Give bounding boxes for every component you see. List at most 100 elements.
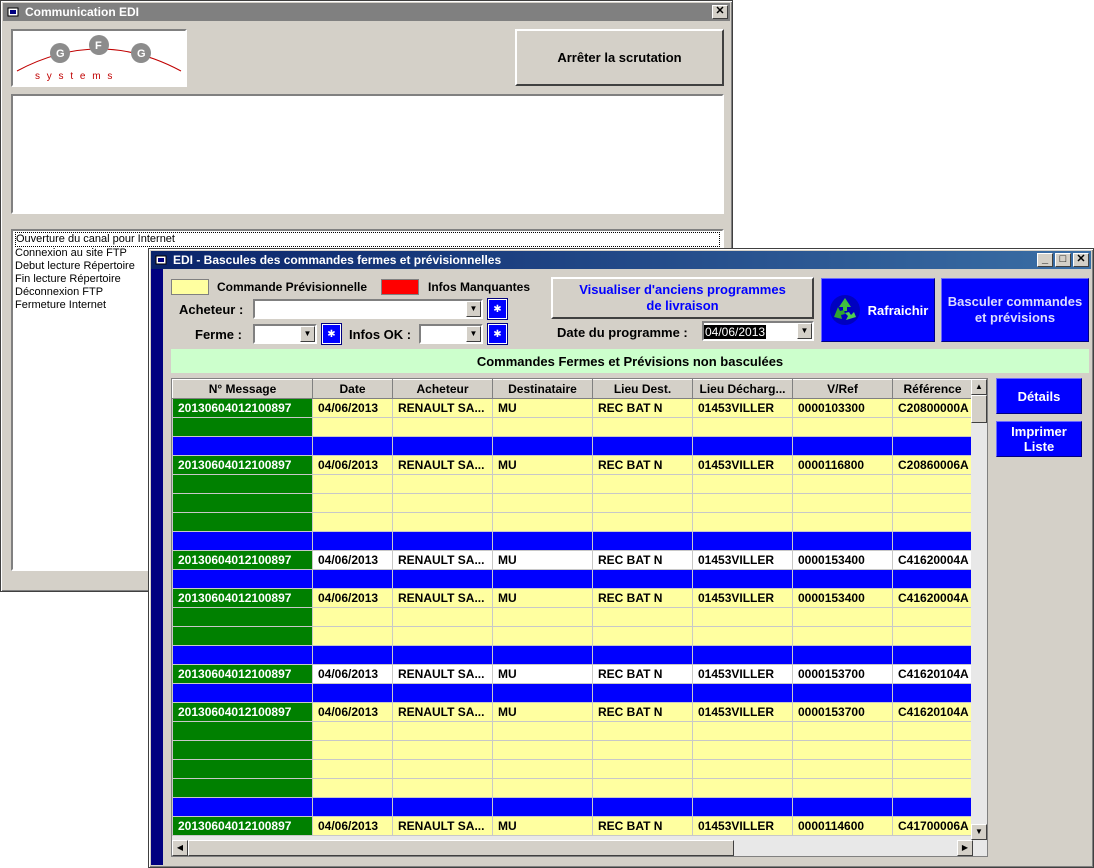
table-cell: 0000153400 (792, 588, 893, 608)
table-row[interactable] (172, 626, 973, 646)
table-cell: C20860006A (892, 455, 973, 475)
col-header[interactable]: Référence (892, 379, 973, 399)
table-row[interactable] (172, 607, 973, 627)
scroll-hthumb[interactable] (188, 840, 734, 856)
view-old-programs-button[interactable]: Visualiser d'anciens programmes de livra… (551, 277, 814, 319)
col-header[interactable]: Date (312, 379, 393, 399)
separator-row[interactable] (172, 436, 973, 456)
table-cell (392, 759, 493, 779)
legend-missing-label: Infos Manquantes (428, 280, 531, 294)
maximize-icon[interactable]: □ (1055, 253, 1071, 267)
table-cell (312, 759, 393, 779)
close-icon[interactable]: ✕ (1073, 253, 1089, 267)
table-cell (692, 436, 793, 456)
table-row[interactable]: 20130604012100897 04/06/2013 RENAULT SA...… (172, 550, 973, 570)
scroll-up-icon[interactable]: ▲ (971, 379, 987, 395)
table-row[interactable] (172, 474, 973, 494)
infos-ok-clear-button[interactable]: ✱ (487, 323, 508, 345)
table-row[interactable] (172, 493, 973, 513)
ferme-clear-button[interactable]: ✱ (321, 323, 342, 345)
acheteur-combo[interactable]: ▼ (253, 299, 483, 319)
scroll-thumb[interactable] (971, 395, 987, 423)
acheteur-clear-button[interactable]: ✱ (487, 298, 508, 320)
cell-message-number (172, 493, 313, 513)
chevron-down-icon[interactable]: ▼ (797, 323, 812, 339)
table-row[interactable] (172, 778, 973, 798)
table-cell (592, 778, 693, 798)
close-icon[interactable]: ✕ (712, 5, 728, 19)
table-row[interactable]: 20130604012100897 04/06/2013 RENAULT SA...… (172, 816, 973, 836)
table-row[interactable]: 20130604012100897 04/06/2013 RENAULT SA...… (172, 702, 973, 722)
table-cell (312, 436, 393, 456)
table-cell (492, 512, 593, 532)
table-row[interactable]: 20130604012100897 04/06/2013 RENAULT SA...… (172, 588, 973, 608)
table-row[interactable]: 20130604012100897 04/06/2013 RENAULT SA...… (172, 664, 973, 684)
table-cell (692, 493, 793, 513)
table-cell (592, 436, 693, 456)
comm-edi-titlebar[interactable]: Communication EDI (3, 3, 730, 21)
separator-row[interactable] (172, 797, 973, 817)
col-header[interactable]: V/Ref (792, 379, 893, 399)
table-cell (892, 626, 973, 646)
scroll-left-icon[interactable]: ◀ (172, 840, 188, 856)
chevron-down-icon[interactable]: ▼ (466, 326, 481, 342)
col-header[interactable]: N° Message (172, 379, 313, 399)
table-cell (392, 531, 493, 551)
chevron-down-icon[interactable]: ▼ (466, 301, 481, 317)
date-combo[interactable]: 04/06/2013 ▼ (702, 321, 814, 341)
table-row[interactable]: 20130604012100897 04/06/2013 RENAULT SA...… (172, 455, 973, 475)
edi-titlebar[interactable]: EDI - Bascules des commandes fermes et p… (151, 251, 1091, 269)
cell-message-number: 20130604012100897 (172, 816, 313, 836)
table-cell: 01453VILLER (692, 550, 793, 570)
table-row[interactable] (172, 417, 973, 437)
print-list-button[interactable]: Imprimer Liste (996, 421, 1082, 457)
table-cell (392, 417, 493, 437)
acheteur-label: Acheteur : (179, 302, 244, 317)
cell-message-number (172, 569, 313, 589)
table-cell (592, 797, 693, 817)
refresh-button[interactable]: Rafraichir (821, 278, 935, 342)
gfg-logo: G F G s y s t e m s (11, 29, 187, 87)
table-cell: 04/06/2013 (312, 455, 393, 475)
separator-row[interactable] (172, 683, 973, 703)
separator-row[interactable] (172, 569, 973, 589)
table-cell: REC BAT N (592, 664, 693, 684)
col-header[interactable]: Destinataire (492, 379, 593, 399)
details-button[interactable]: Détails (996, 378, 1082, 414)
col-header[interactable]: Lieu Dest. (592, 379, 693, 399)
table-cell: MU (492, 398, 593, 418)
table-cell (312, 569, 393, 589)
table-row[interactable]: 20130604012100897 04/06/2013 RENAULT SA...… (172, 398, 973, 418)
ferme-combo[interactable]: ▼ (253, 324, 317, 344)
scroll-down-icon[interactable]: ▼ (971, 824, 987, 840)
table-cell (892, 417, 973, 437)
table-row[interactable] (172, 740, 973, 760)
table-cell (592, 759, 693, 779)
window-title: EDI - Bascules des commandes fermes et p… (173, 253, 502, 267)
table-row[interactable] (172, 512, 973, 532)
col-header[interactable]: Lieu Décharg... (692, 379, 793, 399)
infos-ok-combo[interactable]: ▼ (419, 324, 483, 344)
chevron-down-icon[interactable]: ▼ (300, 326, 315, 342)
table-cell (792, 759, 893, 779)
scroll-right-icon[interactable]: ▶ (957, 840, 973, 856)
stop-scanning-button[interactable]: Arrêter la scrutation (515, 29, 724, 86)
vertical-scrollbar[interactable]: ▲ ▼ (971, 379, 987, 840)
table-cell (692, 797, 793, 817)
table-cell (592, 626, 693, 646)
table-cell: 0000153700 (792, 702, 893, 722)
table-cell (592, 493, 693, 513)
orders-grid[interactable]: N° Message Date Acheteur Destinataire Li… (171, 378, 988, 857)
table-cell: RENAULT SA... (392, 664, 493, 684)
table-cell (312, 778, 393, 798)
basculer-button[interactable]: Basculer commandes et prévisions (941, 278, 1089, 342)
table-cell: RENAULT SA... (392, 588, 493, 608)
table-cell (492, 740, 593, 760)
separator-row[interactable] (172, 645, 973, 665)
minimize-icon[interactable]: _ (1037, 253, 1053, 267)
separator-row[interactable] (172, 531, 973, 551)
table-row[interactable] (172, 759, 973, 779)
col-header[interactable]: Acheteur (392, 379, 493, 399)
horizontal-scrollbar[interactable]: ◀ ▶ (172, 840, 973, 856)
table-row[interactable] (172, 721, 973, 741)
